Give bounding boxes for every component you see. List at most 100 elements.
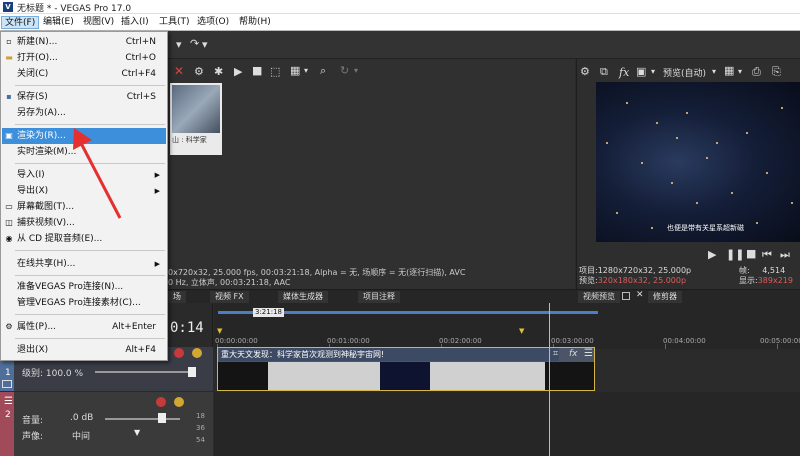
menu-edit[interactable]: 编辑(E) bbox=[40, 16, 77, 29]
refresh-dropdown-icon[interactable]: ▾ bbox=[354, 66, 358, 75]
view-dropdown-icon[interactable]: ▾ bbox=[304, 66, 308, 75]
loop-end-marker-icon[interactable]: ▼ bbox=[519, 327, 524, 335]
preview-split-icon[interactable]: ⧉ bbox=[600, 65, 608, 79]
event-fx-icon[interactable]: fx bbox=[569, 349, 578, 359]
video-level: 级别: 100.0 % bbox=[22, 369, 84, 379]
tab-maximize-icon[interactable] bbox=[622, 292, 630, 300]
properties-icon[interactable]: ✱ bbox=[214, 65, 223, 78]
menu-bar: 文件(F) 编辑(E) 视图(V) 插入(I) 工具(T) 选项(O) 帮助(H… bbox=[0, 14, 800, 31]
menu-insert[interactable]: 插入(I) bbox=[118, 16, 152, 29]
menu-file[interactable]: 文件(F) bbox=[1, 16, 40, 29]
audio-solo-icon[interactable] bbox=[174, 397, 184, 407]
menu-item-render-as[interactable]: ▣ 渲染为(R)... bbox=[2, 128, 166, 144]
refresh-icon[interactable]: ↻ bbox=[340, 64, 349, 77]
event-menu-icon[interactable]: ☰ bbox=[584, 348, 593, 359]
menu-item-manage-connect[interactable]: 管理VEGAS Pro连接素材(C)... bbox=[2, 295, 166, 311]
timeline-cursor[interactable] bbox=[549, 303, 550, 456]
undo-dropdown-icon[interactable]: ▾ bbox=[176, 38, 182, 51]
new-file-icon: ▫ bbox=[6, 37, 12, 46]
audio-track-lane[interactable] bbox=[214, 392, 800, 456]
menu-item-export[interactable]: 导出(X) ▶ bbox=[2, 183, 166, 199]
preview-prev-frame-icon[interactable]: ⏮ bbox=[762, 248, 772, 262]
frame-thumb bbox=[545, 362, 594, 390]
tab-trimmer[interactable]: 修剪器 bbox=[648, 291, 682, 303]
tab-transitions[interactable]: 场 bbox=[168, 291, 186, 303]
video-mute-icon[interactable] bbox=[174, 348, 184, 358]
menu-tools[interactable]: 工具(T) bbox=[156, 16, 193, 29]
auto-preview-icon[interactable]: ⬚ bbox=[270, 65, 280, 78]
menu-item-save[interactable]: ▪ 保存(S) Ctrl+S bbox=[2, 89, 166, 105]
render-icon: ▣ bbox=[5, 131, 13, 140]
tab-video-preview[interactable]: 视频预览 bbox=[578, 291, 620, 303]
timeline-timecode[interactable]: 0:14 bbox=[170, 320, 204, 336]
menu-item-extract-cd-audio[interactable]: ◉ 从 CD 提取音频(E)... bbox=[2, 231, 166, 247]
menu-item-save-as[interactable]: 另存为(A)... bbox=[2, 105, 166, 121]
ruler-label: 00:02:00:00 bbox=[439, 337, 482, 345]
level-slider-handle[interactable] bbox=[188, 367, 196, 377]
preview-grid-dropdown-icon[interactable]: ▾ bbox=[738, 67, 742, 76]
menu-item-open[interactable]: ▬ 打开(O)... Ctrl+O bbox=[2, 50, 166, 66]
stop-icon[interactable]: ■ bbox=[252, 64, 262, 77]
ruler-label: 00:03:00:00 bbox=[551, 337, 594, 345]
menu-separator bbox=[15, 124, 165, 125]
video-solo-icon[interactable] bbox=[192, 348, 202, 358]
volume-slider-track[interactable] bbox=[105, 418, 180, 420]
capture-video-icon: ◫ bbox=[5, 218, 13, 227]
view-icon[interactable]: ▦ bbox=[290, 64, 300, 77]
preview-save-snapshot-icon[interactable]: ⎙ bbox=[752, 65, 761, 79]
preview-quality-arrow-icon[interactable]: ▾ bbox=[712, 67, 716, 76]
loop-start-marker-icon[interactable]: ▼ bbox=[217, 327, 222, 335]
app-icon: V bbox=[3, 2, 13, 12]
menu-item-capture-video[interactable]: ◫ 捕获视频(V)... bbox=[2, 215, 166, 231]
preview-play-icon[interactable]: ▶ bbox=[708, 248, 716, 261]
redo-icon[interactable]: ↷ bbox=[190, 37, 199, 50]
project-label: 项目: bbox=[579, 266, 598, 275]
menu-item-import[interactable]: 导入(I) ▶ bbox=[2, 167, 166, 183]
menu-item-render-realtime[interactable]: 实时渲染(M)... bbox=[2, 144, 166, 160]
media-info-line1: 0x720x32, 25.000 fps, 00:03:21:18, Alpha… bbox=[168, 268, 466, 277]
preview-next-frame-icon[interactable]: ⏭ bbox=[780, 248, 790, 262]
zoom-icon[interactable]: ⌕ bbox=[320, 64, 326, 78]
tab-close-icon[interactable]: ✕ bbox=[636, 290, 644, 300]
gear-icon[interactable]: ⚙ bbox=[194, 65, 204, 78]
frame-thumb bbox=[268, 362, 380, 390]
remove-icon[interactable]: ✕ bbox=[174, 64, 184, 78]
menu-help[interactable]: 帮助(H) bbox=[236, 16, 274, 29]
media-thumbnail[interactable]: 山 : 科学家 bbox=[170, 83, 222, 155]
tab-project-notes[interactable]: 项目注释 bbox=[358, 291, 400, 303]
preview-grid-icon[interactable]: ▦ bbox=[724, 64, 734, 77]
menu-options[interactable]: 选项(O) bbox=[194, 16, 232, 29]
ruler-label: 00:05:00:00 bbox=[760, 337, 800, 345]
menu-view[interactable]: 视图(V) bbox=[80, 16, 117, 29]
menu-item-screen-capture[interactable]: ▭ 屏幕截图(T)... bbox=[2, 199, 166, 215]
menu-item-exit[interactable]: 退出(X) Alt+F4 bbox=[2, 342, 166, 358]
menu-item-new[interactable]: ▫ 新建(N)... Ctrl+N bbox=[2, 34, 166, 50]
audio-track-menu-icon[interactable]: ☰ bbox=[4, 396, 13, 407]
event-crop-icon[interactable]: ⌗ bbox=[553, 349, 558, 359]
frame-thumb bbox=[430, 362, 545, 390]
tab-video-fx[interactable]: 视频 FX bbox=[210, 291, 249, 303]
preview-quality[interactable]: 预览(自动) bbox=[663, 66, 706, 79]
redo-dropdown-icon[interactable]: ▾ bbox=[202, 38, 208, 51]
video-track-icon bbox=[2, 380, 12, 388]
menu-item-close[interactable]: 关闭(C) Ctrl+F4 bbox=[2, 66, 166, 82]
level-slider-track[interactable] bbox=[95, 371, 190, 373]
preview-stop-icon[interactable]: ■ bbox=[746, 247, 756, 260]
display-label: 显示: bbox=[739, 276, 758, 285]
preview-copy-snapshot-icon[interactable]: ⎘ bbox=[772, 65, 781, 79]
volume-slider-handle[interactable] bbox=[158, 413, 166, 423]
preview-quality-dropdown-icon[interactable]: ▾ bbox=[651, 67, 655, 76]
preview-external-monitor-icon[interactable]: ▣ bbox=[636, 65, 646, 78]
tab-media-generators[interactable]: 媒体生成器 bbox=[278, 291, 328, 303]
preview-pause-icon[interactable]: ❚❚ bbox=[726, 248, 744, 261]
preview-gear-icon[interactable]: ⚙ bbox=[580, 65, 590, 78]
media-info: 0x720x32, 25.000 fps, 00:03:21:18, Alpha… bbox=[168, 268, 573, 288]
menu-item-properties[interactable]: ⚙ 属性(P)... Alt+Enter bbox=[2, 319, 166, 335]
play-icon[interactable]: ▶ bbox=[234, 65, 242, 78]
timeline-ruler[interactable] bbox=[214, 303, 800, 349]
pan-slider-handle[interactable]: ▼ bbox=[134, 428, 140, 437]
preview-fx-icon[interactable]: fx bbox=[619, 66, 629, 79]
menu-item-share-online[interactable]: 在线共享(H)... ▶ bbox=[2, 256, 166, 272]
menu-item-prepare-connect[interactable]: 准备VEGAS Pro连接(N)... bbox=[2, 279, 166, 295]
audio-mute-icon[interactable] bbox=[156, 397, 166, 407]
